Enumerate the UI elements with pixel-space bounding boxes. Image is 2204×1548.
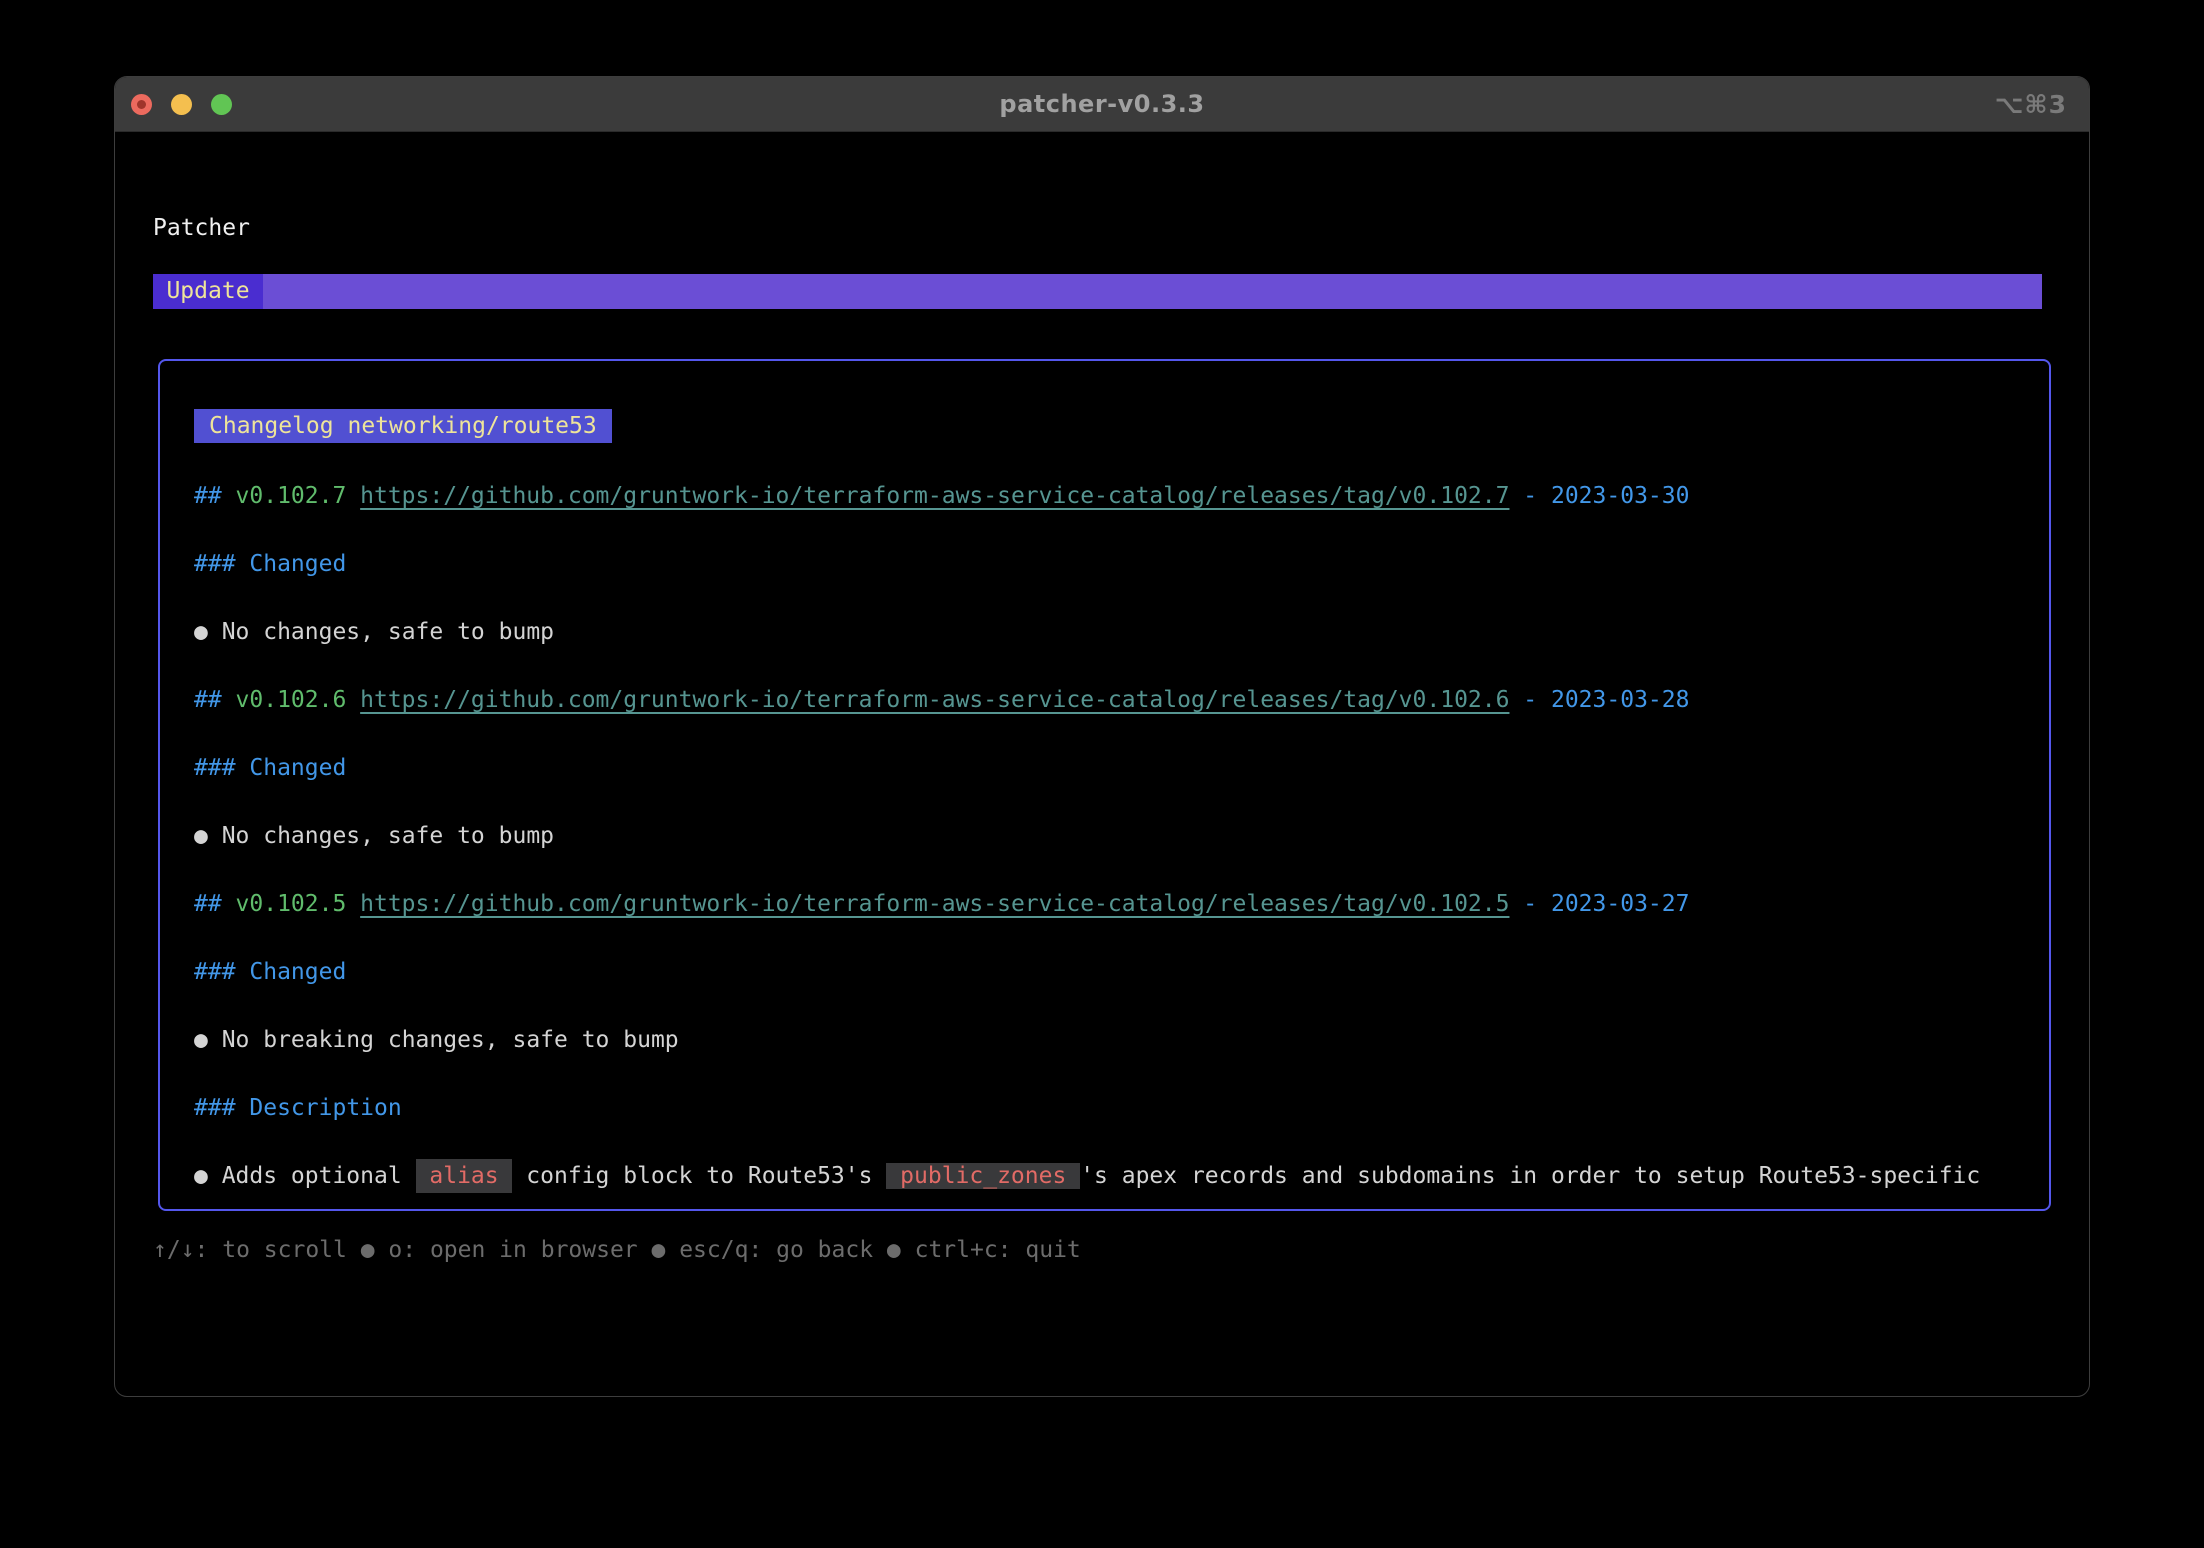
bullet-item: ● No changes, safe to bump — [194, 819, 2021, 853]
description-bullet-item: ● Adds optional alias config block to Rou… — [194, 1159, 2021, 1193]
bullet-text: No changes, safe to bump — [222, 819, 554, 853]
release-date: 2023-03-30 — [1551, 479, 1689, 513]
release-link[interactable]: https://github.com/gruntwork-io/terrafor… — [360, 683, 1509, 717]
bullet-item: ● No changes, safe to bump — [194, 615, 2021, 649]
section-heading-text: ### Changed — [194, 955, 346, 989]
dash: - — [1523, 479, 1537, 513]
release-heading-line: ## v0.102.6 https://github.com/gruntwork-i… — [194, 683, 2021, 717]
md-hashes: ## — [194, 887, 222, 921]
release-link[interactable]: https://github.com/gruntwork-io/terrafor… — [360, 479, 1509, 513]
keyboard-help-bar: ↑/↓: to scroll ● o: open in browser ● es… — [153, 1233, 1081, 1267]
bullet-text: No changes, safe to bump — [222, 615, 554, 649]
section-heading-text: ### Description — [194, 1091, 402, 1125]
title-bar[interactable]: patcher-v0.3.3 ⌥⌘3 — [115, 77, 2089, 132]
dash: - — [1523, 683, 1537, 717]
release-version: v0.102.5 — [236, 887, 347, 921]
inline-code-public-zones: public_zones — [886, 1163, 1080, 1189]
release-heading-line: ## v0.102.5 https://github.com/gruntwork-i… — [194, 887, 2021, 921]
release-link[interactable]: https://github.com/gruntwork-io/terrafor… — [360, 887, 1509, 921]
release-heading-line: ## v0.102.7 https://github.com/gruntwork-i… — [194, 479, 2021, 513]
description-mid: config block to Route53's — [526, 1159, 872, 1193]
description-tail: 's apex records and subdomains in order … — [1080, 1163, 1980, 1189]
bullet-icon: ● — [194, 819, 208, 853]
section-heading-text: ### Changed — [194, 547, 346, 581]
section-heading: ### Changed — [194, 547, 2021, 581]
dash: - — [1523, 887, 1537, 921]
page-title: Patcher — [153, 211, 250, 245]
bullet-icon: ● — [194, 1159, 208, 1193]
md-hashes: ## — [194, 683, 222, 717]
inline-code-alias: alias — [416, 1159, 513, 1193]
tab-update[interactable]: Update — [153, 274, 263, 309]
section-heading: ### Description — [194, 1091, 2021, 1125]
window-shortcut-badge: ⌥⌘3 — [1995, 77, 2067, 132]
bullet-icon: ● — [194, 1023, 208, 1057]
md-hashes: ## — [194, 479, 222, 513]
release-version: v0.102.6 — [236, 683, 347, 717]
changelog-title-badge: Changelog networking/route53 — [194, 409, 612, 443]
section-heading: ### Changed — [194, 751, 2021, 785]
release-version: v0.102.7 — [236, 479, 347, 513]
tab-bar: Update — [153, 274, 2042, 309]
bullet-icon: ● — [194, 615, 208, 649]
bullet-text: No breaking changes, safe to bump — [222, 1023, 679, 1057]
description-tail-group: public_zones 's apex records and subdoma… — [886, 1159, 1980, 1193]
bullet-item: ● No breaking changes, safe to bump — [194, 1023, 2021, 1057]
app-window: patcher-v0.3.3 ⌥⌘3 Patcher Update Change… — [114, 76, 2090, 1397]
description-lead: Adds optional — [222, 1159, 402, 1193]
changelog-viewport[interactable]: Changelog networking/route53 ## v0.102.7 h… — [158, 359, 2051, 1211]
release-date: 2023-03-28 — [1551, 683, 1689, 717]
release-date: 2023-03-27 — [1551, 887, 1689, 921]
section-heading-text: ### Changed — [194, 751, 346, 785]
section-heading: ### Changed — [194, 955, 2021, 989]
window-title: patcher-v0.3.3 — [115, 77, 2089, 132]
